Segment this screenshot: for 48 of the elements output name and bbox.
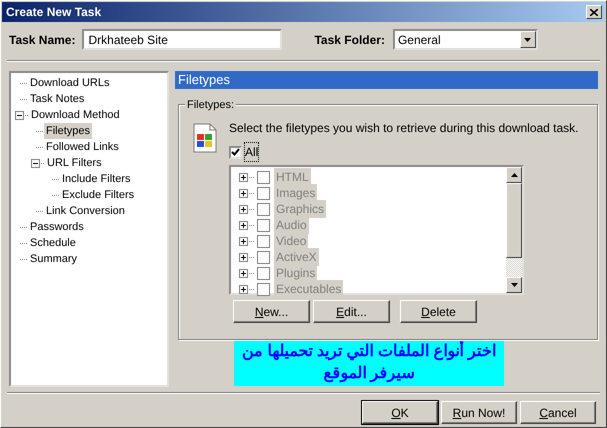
collapse-icon[interactable] [31,158,40,168]
arabic-caption: اختر أنواع الملفات التي تريد تحميلها من سيرفر الموقع [234,340,504,386]
group-label: Filetypes: [185,97,236,114]
expand-icon[interactable] [239,188,248,198]
dropdown-arrow-icon [524,38,532,42]
tree-item[interactable]: Download Method [29,106,122,124]
expand-icon[interactable] [239,220,248,230]
scroll-up-icon [510,173,518,177]
tree-item[interactable]: Link Conversion [44,202,127,220]
list-action-button[interactable]: New... [233,300,310,323]
task-name-label: Task Name: [9,32,76,48]
expand-icon[interactable] [239,172,248,182]
close-icon [590,8,598,16]
instruction-text: Select the filetypes you wish to retrieve during this download task. [229,120,579,137]
tree-item[interactable]: Followed Links [44,138,121,156]
all-label: All [245,143,258,161]
expand-icon[interactable] [239,268,248,278]
expand-icon[interactable] [239,252,248,262]
dialog-button[interactable]: OK [362,401,438,424]
window-title: Create New Task [6,4,102,21]
filetype-label: Graphics [274,200,326,218]
dialog-button[interactable]: Run Now! [441,401,517,424]
filetype-label: Executables [274,280,344,298]
list-action-button[interactable]: Edit... [313,300,390,323]
expand-icon[interactable] [239,284,248,294]
scroll-down-icon [510,283,518,287]
tree-item[interactable]: Task Notes [28,90,86,108]
tree-item[interactable]: Include Filters [60,170,132,188]
task-folder-label: Task Folder: [314,32,385,48]
tree-item[interactable]: URL Filters [45,154,104,172]
expand-icon[interactable] [239,236,248,246]
task-name-field[interactable]: Drkhateeb Site [82,29,282,50]
tree-item[interactable]: Schedule [28,234,78,252]
expand-icon[interactable] [239,204,248,214]
dialog-button[interactable]: Cancel [520,401,596,424]
tree-item[interactable]: Exclude Filters [60,186,136,204]
tree-item[interactable]: Passwords [28,218,86,236]
task-folder-dropdown[interactable]: General [392,29,538,50]
scrollbar[interactable] [506,167,522,293]
close-button[interactable] [586,5,602,19]
tree-item[interactable]: Download URLs [28,74,112,92]
document-icon [193,123,217,153]
panel-header: Filetypes [175,71,598,89]
collapse-icon[interactable] [15,110,24,120]
tree-item[interactable]: Filetypes [44,122,92,140]
list-action-button[interactable]: Delete [400,300,477,323]
tree-item[interactable]: Summary [28,250,80,268]
all-checkbox[interactable] [229,146,242,158]
